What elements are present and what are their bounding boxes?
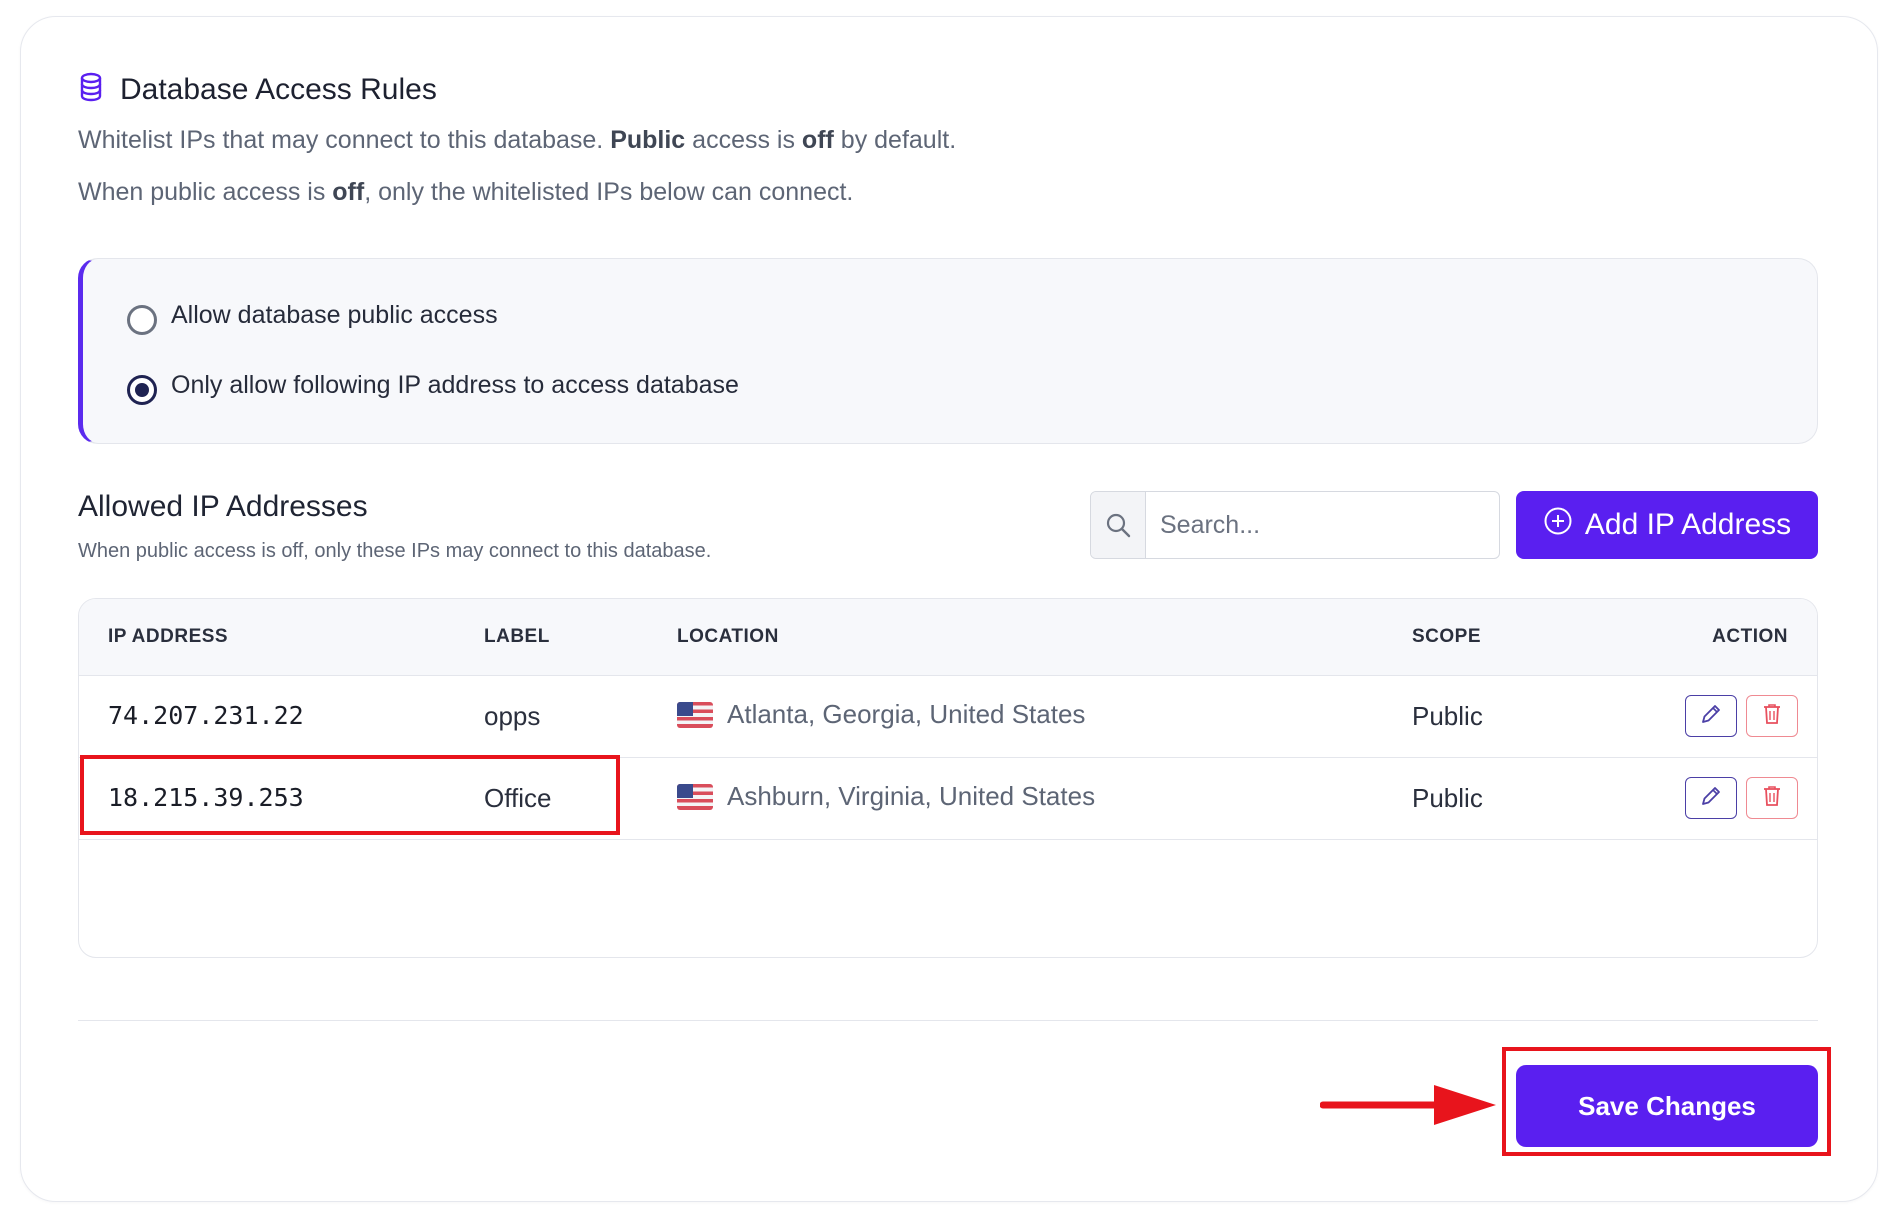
- us-flag-icon: [677, 701, 713, 728]
- footer-divider: [78, 1020, 1818, 1021]
- trash-icon: [1761, 702, 1783, 731]
- edit-button[interactable]: [1685, 695, 1737, 737]
- whitelist-access-label: Only allow following IP address to acces…: [171, 370, 739, 399]
- search-icon: [1091, 492, 1146, 558]
- description-line-2: When public access is off, only the whit…: [78, 178, 854, 206]
- column-header-label: LABEL: [484, 626, 550, 647]
- arrow-right-icon: [1319, 1082, 1500, 1133]
- title-row: Database Access Rules: [78, 72, 437, 107]
- public-access-label: Allow database public access: [171, 300, 498, 329]
- edit-button[interactable]: [1685, 777, 1737, 819]
- page-title: Database Access Rules: [120, 72, 437, 106]
- column-header-action: ACTION: [1712, 626, 1788, 647]
- public-access-option[interactable]: Allow database public access: [127, 295, 498, 335]
- highlight-box-save: [1502, 1047, 1831, 1156]
- pencil-icon: [1699, 702, 1723, 731]
- scope-cell: Public: [1412, 701, 1483, 731]
- highlight-box-office-row: [80, 755, 620, 835]
- trash-icon: [1761, 784, 1783, 813]
- pencil-icon: [1699, 784, 1723, 813]
- allowed-ips-title: Allowed IP Addresses: [78, 490, 368, 523]
- whitelist-access-radio[interactable]: [127, 375, 157, 405]
- add-ip-address-label: Add IP Address: [1584, 508, 1792, 541]
- database-icon: [78, 72, 104, 107]
- column-header-scope: SCOPE: [1412, 626, 1482, 647]
- delete-button[interactable]: [1746, 777, 1798, 819]
- table-row: 74.207.231.22 opps Atlanta, Georgia, Uni…: [79, 675, 1817, 758]
- search-input[interactable]: [1146, 492, 1499, 558]
- delete-button[interactable]: [1746, 695, 1798, 737]
- ip-cell: 74.207.231.22: [108, 701, 304, 730]
- column-header-location: LOCATION: [677, 626, 779, 647]
- allowed-ips-subtitle: When public access is off, only these IP…: [78, 540, 712, 562]
- public-access-radio[interactable]: [127, 305, 157, 335]
- label-cell: opps: [484, 701, 541, 731]
- location-cell: Ashburn, Virginia, United States: [677, 781, 1095, 812]
- column-header-ip: IP ADDRESS: [108, 626, 229, 647]
- description-line-1: Whitelist IPs that may connect to this d…: [78, 126, 957, 154]
- ip-search[interactable]: [1090, 491, 1500, 559]
- us-flag-icon: [677, 783, 713, 810]
- scope-cell: Public: [1412, 783, 1483, 813]
- table-header: IP ADDRESS LABEL LOCATION SCOPE ACTION: [79, 599, 1817, 676]
- location-cell: Atlanta, Georgia, United States: [677, 699, 1085, 730]
- add-ip-address-button[interactable]: Add IP Address: [1516, 491, 1818, 559]
- plus-circle-icon: [1543, 506, 1573, 544]
- whitelist-access-option[interactable]: Only allow following IP address to acces…: [127, 365, 739, 405]
- access-mode-panel: Allow database public access Only allow …: [78, 258, 1818, 444]
